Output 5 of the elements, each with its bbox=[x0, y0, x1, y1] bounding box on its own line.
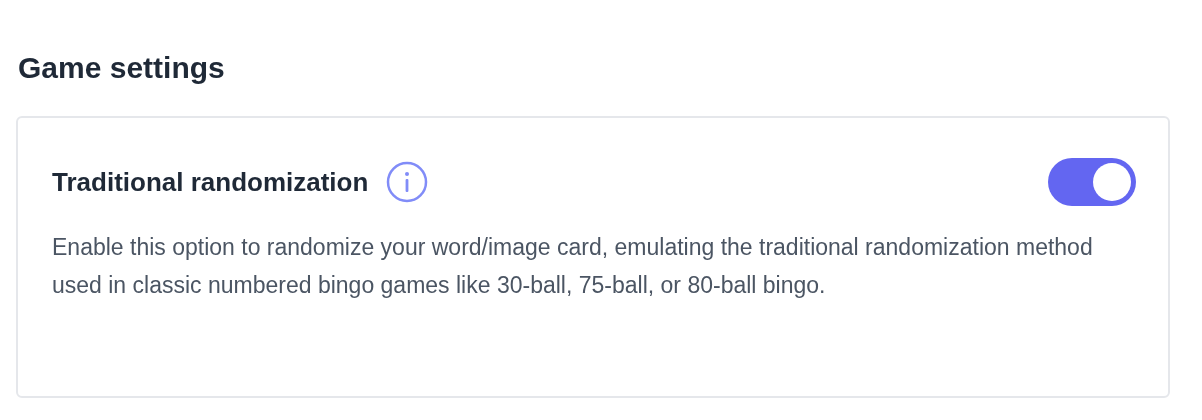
toggle-switch[interactable] bbox=[1048, 158, 1136, 206]
setting-title: Traditional randomization bbox=[52, 166, 369, 198]
setting-description: Enable this option to randomize your word/image card, emulating the traditional randomization method used in classic numbered bingo games like 30-ball, 75-ball, or 80-ball bingo. bbox=[52, 233, 1094, 300]
info-icon[interactable] bbox=[386, 161, 429, 203]
section-heading: Game settings bbox=[18, 50, 226, 86]
